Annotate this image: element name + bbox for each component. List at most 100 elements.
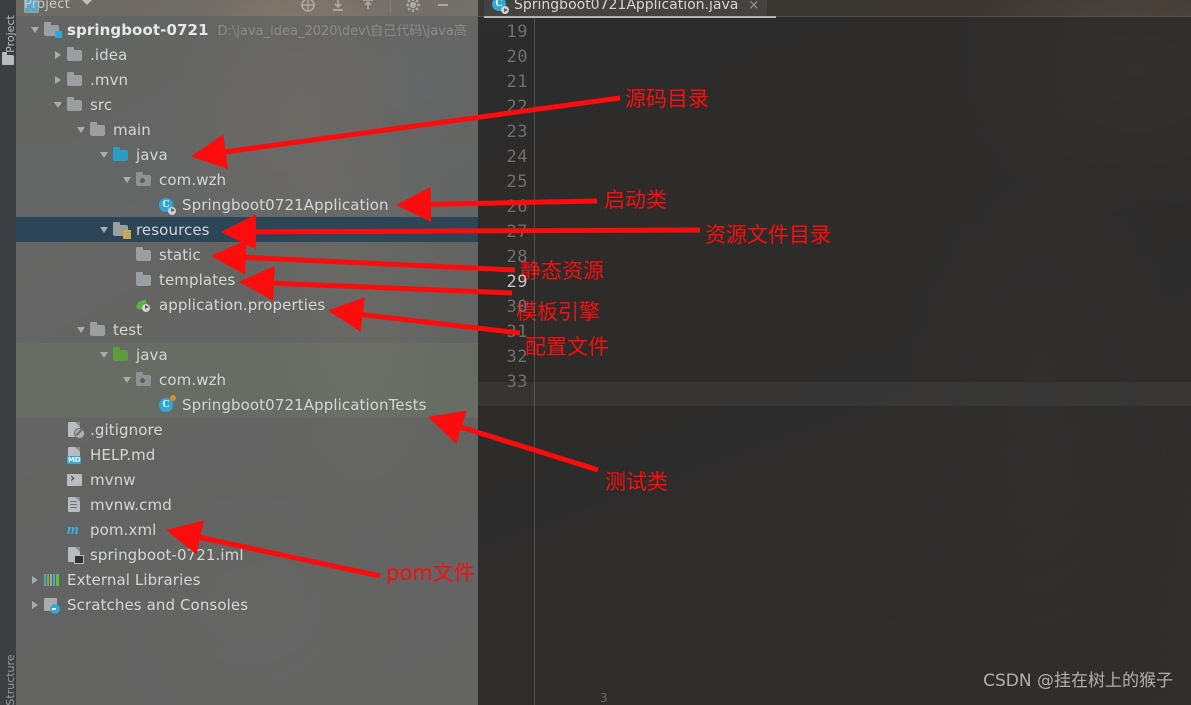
chevron-down-icon[interactable]	[72, 317, 90, 342]
tree-row[interactable]: m pom.xml	[16, 517, 478, 542]
spring-properties-icon	[135, 297, 152, 313]
chevron-down-icon[interactable]	[72, 117, 90, 142]
project-toolbar	[300, 0, 451, 13]
tree-row[interactable]: com.wzh	[16, 167, 478, 192]
tree-no-toggle	[118, 292, 136, 317]
tree-row[interactable]: main	[16, 117, 478, 142]
tree-row[interactable]: mvnw	[16, 467, 478, 492]
current-line-highlight	[478, 382, 1191, 406]
project-tool-window-title[interactable]: Project	[24, 0, 93, 12]
locate-target-icon[interactable]	[300, 0, 316, 13]
chevron-down-icon[interactable]	[82, 0, 93, 5]
tree-row[interactable]: static	[16, 242, 478, 267]
tree-row[interactable]: .gitignore	[16, 417, 478, 442]
maven-pom-icon: m	[67, 521, 79, 538]
project-title-text: Project	[24, 0, 70, 12]
folder-icon	[67, 96, 83, 113]
gutter-line-number: 22	[506, 97, 528, 117]
tool-window-tab-structure[interactable]: Structure	[3, 652, 19, 705]
tree-row[interactable]: springboot-0721 D:\java_idea_2020\dev\自己代…	[16, 17, 478, 42]
chevron-right-icon[interactable]	[49, 42, 67, 67]
toolbar-divider	[390, 0, 391, 12]
tree-item-label: static	[159, 245, 201, 264]
gutter-line-number: 30	[506, 297, 528, 317]
gutter-divider	[534, 17, 535, 705]
chevron-right-icon[interactable]	[49, 67, 67, 92]
expand-all-icon[interactable]	[360, 0, 376, 13]
tree-no-toggle	[141, 192, 159, 217]
chevron-down-icon[interactable]	[118, 167, 136, 192]
chevron-down-icon[interactable]	[95, 217, 113, 242]
spring-boot-class-icon: C	[159, 197, 176, 215]
tree-no-toggle	[49, 517, 67, 542]
editor-tab-springboot0721application[interactable]: C Springboot0721Application.java ×	[484, 0, 768, 16]
editor-tab-bar: C Springboot0721Application.java ×	[478, 0, 1191, 18]
tree-row[interactable]: C Springboot0721ApplicationTests	[16, 392, 478, 417]
collapse-all-icon[interactable]	[330, 0, 346, 13]
tree-row[interactable]: springboot-0721.iml	[16, 542, 478, 567]
resources-folder-icon	[113, 221, 131, 239]
tree-item-label: pom.xml	[90, 520, 157, 539]
tree-item-label: Springboot0721Application	[182, 195, 389, 214]
tree-item-label: Springboot0721ApplicationTests	[182, 395, 427, 414]
annotation-label-main-class: 启动类	[604, 188, 667, 212]
tree-no-toggle	[49, 417, 67, 442]
external-libraries-icon	[44, 572, 60, 588]
editor-tab-label: Springboot0721Application.java	[514, 0, 739, 13]
gutter-line-number: 26	[506, 197, 528, 217]
chevron-down-icon[interactable]	[95, 342, 113, 367]
tree-item-label: External Libraries	[67, 570, 201, 589]
tree-row[interactable]: C Springboot0721Application	[16, 192, 478, 217]
tree-row[interactable]: test	[16, 317, 478, 342]
annotation-label-source-dir: 源码目录	[625, 87, 709, 111]
tree-item-label: mvnw.cmd	[90, 495, 172, 514]
tree-no-toggle	[118, 267, 136, 292]
tree-item-label: Scratches and Consoles	[67, 595, 249, 614]
chevron-down-icon[interactable]	[118, 367, 136, 392]
tree-item-label: .idea	[90, 45, 128, 64]
chevron-right-icon[interactable]	[26, 592, 44, 617]
iml-module-file-icon	[67, 546, 84, 564]
tree-row[interactable]: MD HELP.md	[16, 442, 478, 467]
gutter-line-number: 31	[506, 322, 528, 342]
test-class-icon: C	[159, 394, 176, 413]
tree-row[interactable]: src	[16, 92, 478, 117]
chevron-down-icon[interactable]	[49, 92, 67, 117]
source-root-folder-icon	[113, 146, 129, 163]
chevron-right-icon[interactable]	[26, 567, 44, 592]
tree-row[interactable]: .idea	[16, 42, 478, 67]
folder-icon	[2, 52, 14, 65]
tree-no-toggle	[49, 442, 67, 467]
chevron-down-icon[interactable]	[26, 17, 44, 42]
project-tree[interactable]: springboot-0721 D:\java_idea_2020\dev\自己代…	[16, 17, 478, 705]
tree-row[interactable]: .mvn	[16, 67, 478, 92]
tree-row[interactable]: resources	[16, 217, 478, 242]
editor-gutter: 19 20 21 22 23 24 25 26 27 28 29 30 31 32 33	[478, 17, 534, 705]
tree-item-label: test	[113, 320, 143, 339]
tree-item-label: .mvn	[90, 70, 129, 89]
tree-item-label: HELP.md	[90, 445, 156, 464]
settings-gear-icon[interactable]	[405, 0, 421, 13]
tree-item-label: springboot-0721	[67, 20, 209, 39]
tree-row[interactable]: java	[16, 342, 478, 367]
tree-row[interactable]: java	[16, 142, 478, 167]
tree-row[interactable]: mvnw.cmd	[16, 492, 478, 517]
annotation-label-config: 配置文件	[525, 335, 609, 359]
ide-screenshot: Project Structure Project C Springboot07…	[0, 0, 1191, 705]
tree-item-label: resources	[136, 220, 210, 239]
tree-row[interactable]: com.wzh	[16, 367, 478, 392]
folder-icon	[136, 271, 152, 288]
close-icon[interactable]: ×	[748, 0, 759, 13]
chevron-down-icon[interactable]	[95, 142, 113, 167]
tree-row[interactable]: External Libraries	[16, 567, 478, 592]
tree-row[interactable]: application.properties	[16, 292, 478, 317]
tree-row[interactable]: Scratches and Consoles	[16, 592, 478, 617]
gutter-line-number: 27	[506, 222, 528, 242]
tree-row[interactable]: templates	[16, 267, 478, 292]
folder-icon	[67, 71, 83, 88]
gutter-line-number: 25	[506, 172, 528, 192]
tree-no-toggle	[118, 242, 136, 267]
shell-script-icon	[67, 471, 83, 488]
hide-window-icon[interactable]	[435, 0, 451, 13]
tree-item-label: com.wzh	[159, 370, 227, 389]
